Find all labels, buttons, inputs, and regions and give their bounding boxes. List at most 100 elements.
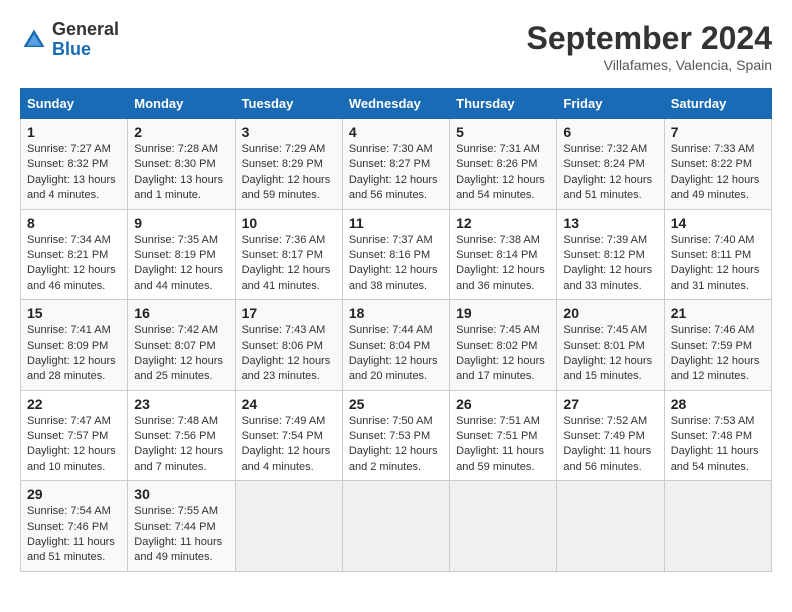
day-number: 24 (242, 396, 336, 412)
table-row (557, 481, 664, 572)
table-row: 6 Sunrise: 7:32 AMSunset: 8:24 PMDayligh… (557, 119, 664, 210)
calendar-table: Sunday Monday Tuesday Wednesday Thursday… (20, 88, 772, 572)
table-row: 1 Sunrise: 7:27 AMSunset: 8:32 PMDayligh… (21, 119, 128, 210)
day-number: 20 (563, 305, 657, 321)
day-info: Sunrise: 7:53 AMSunset: 7:48 PMDaylight:… (671, 414, 765, 476)
day-number: 4 (349, 124, 443, 140)
day-info: Sunrise: 7:50 AMSunset: 7:53 PMDaylight:… (349, 414, 443, 476)
day-info: Sunrise: 7:34 AMSunset: 8:21 PMDaylight:… (27, 233, 121, 295)
table-row: 23 Sunrise: 7:48 AMSunset: 7:56 PMDaylig… (128, 390, 235, 481)
header-friday: Friday (557, 89, 664, 119)
table-row: 28 Sunrise: 7:53 AMSunset: 7:48 PMDaylig… (664, 390, 771, 481)
table-row: 3 Sunrise: 7:29 AMSunset: 8:29 PMDayligh… (235, 119, 342, 210)
table-row: 27 Sunrise: 7:52 AMSunset: 7:49 PMDaylig… (557, 390, 664, 481)
table-row: 7 Sunrise: 7:33 AMSunset: 8:22 PMDayligh… (664, 119, 771, 210)
day-info: Sunrise: 7:29 AMSunset: 8:29 PMDaylight:… (242, 142, 336, 204)
day-info: Sunrise: 7:52 AMSunset: 7:49 PMDaylight:… (563, 414, 657, 476)
page-header: General Blue September 2024 Villafames, … (20, 20, 772, 73)
day-number: 1 (27, 124, 121, 140)
day-number: 25 (349, 396, 443, 412)
calendar-row: 22 Sunrise: 7:47 AMSunset: 7:57 PMDaylig… (21, 390, 772, 481)
day-number: 23 (134, 396, 228, 412)
header-tuesday: Tuesday (235, 89, 342, 119)
day-info: Sunrise: 7:27 AMSunset: 8:32 PMDaylight:… (27, 142, 121, 204)
day-info: Sunrise: 7:47 AMSunset: 7:57 PMDaylight:… (27, 414, 121, 476)
day-info: Sunrise: 7:44 AMSunset: 8:04 PMDaylight:… (349, 323, 443, 385)
day-number: 30 (134, 486, 228, 502)
day-number: 5 (456, 124, 550, 140)
table-row: 25 Sunrise: 7:50 AMSunset: 7:53 PMDaylig… (342, 390, 449, 481)
table-row: 9 Sunrise: 7:35 AMSunset: 8:19 PMDayligh… (128, 209, 235, 300)
day-info: Sunrise: 7:55 AMSunset: 7:44 PMDaylight:… (134, 504, 228, 566)
calendar-row: 8 Sunrise: 7:34 AMSunset: 8:21 PMDayligh… (21, 209, 772, 300)
day-info: Sunrise: 7:30 AMSunset: 8:27 PMDaylight:… (349, 142, 443, 204)
table-row: 5 Sunrise: 7:31 AMSunset: 8:26 PMDayligh… (450, 119, 557, 210)
table-row: 21 Sunrise: 7:46 AMSunset: 7:59 PMDaylig… (664, 300, 771, 391)
day-number: 22 (27, 396, 121, 412)
table-row: 20 Sunrise: 7:45 AMSunset: 8:01 PMDaylig… (557, 300, 664, 391)
day-number: 26 (456, 396, 550, 412)
logo: General Blue (20, 20, 119, 60)
day-info: Sunrise: 7:45 AMSunset: 8:01 PMDaylight:… (563, 323, 657, 385)
table-row: 12 Sunrise: 7:38 AMSunset: 8:14 PMDaylig… (450, 209, 557, 300)
day-number: 9 (134, 215, 228, 231)
day-number: 6 (563, 124, 657, 140)
days-header-row: Sunday Monday Tuesday Wednesday Thursday… (21, 89, 772, 119)
header-saturday: Saturday (664, 89, 771, 119)
table-row: 14 Sunrise: 7:40 AMSunset: 8:11 PMDaylig… (664, 209, 771, 300)
day-number: 7 (671, 124, 765, 140)
table-row: 24 Sunrise: 7:49 AMSunset: 7:54 PMDaylig… (235, 390, 342, 481)
calendar-row: 29 Sunrise: 7:54 AMSunset: 7:46 PMDaylig… (21, 481, 772, 572)
header-wednesday: Wednesday (342, 89, 449, 119)
day-number: 19 (456, 305, 550, 321)
day-number: 18 (349, 305, 443, 321)
day-info: Sunrise: 7:38 AMSunset: 8:14 PMDaylight:… (456, 233, 550, 295)
header-thursday: Thursday (450, 89, 557, 119)
table-row (235, 481, 342, 572)
calendar-row: 15 Sunrise: 7:41 AMSunset: 8:09 PMDaylig… (21, 300, 772, 391)
logo-text: General Blue (52, 20, 119, 60)
day-info: Sunrise: 7:43 AMSunset: 8:06 PMDaylight:… (242, 323, 336, 385)
day-number: 15 (27, 305, 121, 321)
header-monday: Monday (128, 89, 235, 119)
day-number: 2 (134, 124, 228, 140)
day-info: Sunrise: 7:42 AMSunset: 8:07 PMDaylight:… (134, 323, 228, 385)
day-number: 12 (456, 215, 550, 231)
day-info: Sunrise: 7:48 AMSunset: 7:56 PMDaylight:… (134, 414, 228, 476)
table-row: 13 Sunrise: 7:39 AMSunset: 8:12 PMDaylig… (557, 209, 664, 300)
table-row: 22 Sunrise: 7:47 AMSunset: 7:57 PMDaylig… (21, 390, 128, 481)
day-info: Sunrise: 7:40 AMSunset: 8:11 PMDaylight:… (671, 233, 765, 295)
table-row: 11 Sunrise: 7:37 AMSunset: 8:16 PMDaylig… (342, 209, 449, 300)
day-number: 3 (242, 124, 336, 140)
location: Villafames, Valencia, Spain (527, 57, 772, 73)
day-info: Sunrise: 7:41 AMSunset: 8:09 PMDaylight:… (27, 323, 121, 385)
table-row (450, 481, 557, 572)
logo-icon (20, 26, 48, 54)
table-row: 29 Sunrise: 7:54 AMSunset: 7:46 PMDaylig… (21, 481, 128, 572)
day-info: Sunrise: 7:36 AMSunset: 8:17 PMDaylight:… (242, 233, 336, 295)
table-row: 15 Sunrise: 7:41 AMSunset: 8:09 PMDaylig… (21, 300, 128, 391)
table-row: 18 Sunrise: 7:44 AMSunset: 8:04 PMDaylig… (342, 300, 449, 391)
day-number: 13 (563, 215, 657, 231)
month-title: September 2024 (527, 20, 772, 57)
day-info: Sunrise: 7:32 AMSunset: 8:24 PMDaylight:… (563, 142, 657, 204)
calendar-row: 1 Sunrise: 7:27 AMSunset: 8:32 PMDayligh… (21, 119, 772, 210)
day-number: 29 (27, 486, 121, 502)
table-row: 4 Sunrise: 7:30 AMSunset: 8:27 PMDayligh… (342, 119, 449, 210)
day-number: 11 (349, 215, 443, 231)
table-row: 26 Sunrise: 7:51 AMSunset: 7:51 PMDaylig… (450, 390, 557, 481)
table-row: 17 Sunrise: 7:43 AMSunset: 8:06 PMDaylig… (235, 300, 342, 391)
day-info: Sunrise: 7:51 AMSunset: 7:51 PMDaylight:… (456, 414, 550, 476)
day-info: Sunrise: 7:45 AMSunset: 8:02 PMDaylight:… (456, 323, 550, 385)
day-number: 28 (671, 396, 765, 412)
day-info: Sunrise: 7:35 AMSunset: 8:19 PMDaylight:… (134, 233, 228, 295)
day-info: Sunrise: 7:54 AMSunset: 7:46 PMDaylight:… (27, 504, 121, 566)
day-info: Sunrise: 7:31 AMSunset: 8:26 PMDaylight:… (456, 142, 550, 204)
day-info: Sunrise: 7:33 AMSunset: 8:22 PMDaylight:… (671, 142, 765, 204)
table-row (664, 481, 771, 572)
day-number: 27 (563, 396, 657, 412)
table-row: 30 Sunrise: 7:55 AMSunset: 7:44 PMDaylig… (128, 481, 235, 572)
day-info: Sunrise: 7:28 AMSunset: 8:30 PMDaylight:… (134, 142, 228, 204)
table-row: 8 Sunrise: 7:34 AMSunset: 8:21 PMDayligh… (21, 209, 128, 300)
table-row: 10 Sunrise: 7:36 AMSunset: 8:17 PMDaylig… (235, 209, 342, 300)
